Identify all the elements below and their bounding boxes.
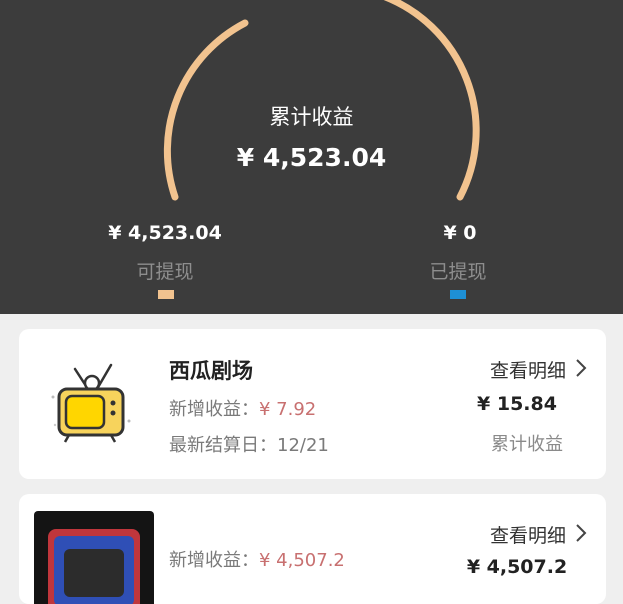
settle-date-label: 最新结算日： (169, 435, 277, 456)
withdrawable-value: ¥ 4,523.04 (108, 222, 222, 244)
withdrawn-value: ¥ 0 (443, 222, 477, 244)
card-total-value: ¥ 4,507.2 (466, 556, 568, 578)
earnings-card-xigua[interactable]: 西瓜剧场 新增收益：¥ 7.92 最新结算日：12/21 查看明细 ¥ 15.8… (19, 329, 606, 479)
settle-date-value: 12/21 (277, 435, 329, 456)
card-total-value: ¥ 15.84 (477, 393, 557, 415)
withdrawable-legend-swatch (158, 290, 174, 299)
card-title: 西瓜剧场 (169, 359, 253, 383)
withdrawn-legend-swatch (450, 290, 466, 299)
view-details-link[interactable]: 查看明细 (490, 356, 566, 383)
retro-tv-icon (51, 363, 131, 443)
chevron-right-icon[interactable] (570, 357, 592, 379)
new-income-label: 新增收益： (169, 399, 259, 420)
settle-date-row: 最新结算日：12/21 (169, 431, 329, 457)
new-income-value: ¥ 4,507.2 (259, 550, 345, 571)
withdrawn-label: 已提现 (429, 261, 487, 283)
earnings-card-2[interactable]: 新增收益：¥ 4,507.2 查看明细 ¥ 4,507.2 (19, 494, 606, 604)
total-earnings-value: ¥ 4,523.04 (236, 143, 387, 172)
total-earnings-label: 累计收益 (269, 105, 354, 129)
view-details-link[interactable]: 查看明细 (490, 521, 566, 548)
tv-thumbnail (34, 511, 154, 604)
withdrawable-label: 可提现 (136, 261, 194, 283)
card-total-label: 累计收益 (491, 434, 563, 455)
new-income-label: 新增收益： (169, 550, 259, 571)
new-income-value: ¥ 7.92 (259, 399, 317, 420)
new-income-row: 新增收益：¥ 7.92 (169, 395, 316, 421)
earnings-summary: 累计收益 ¥ 4,523.04 ¥ 4,523.04 可提现 ¥ 0 已提现 (0, 0, 623, 314)
chevron-right-icon[interactable] (570, 522, 592, 544)
new-income-row: 新增收益：¥ 4,507.2 (169, 546, 345, 572)
